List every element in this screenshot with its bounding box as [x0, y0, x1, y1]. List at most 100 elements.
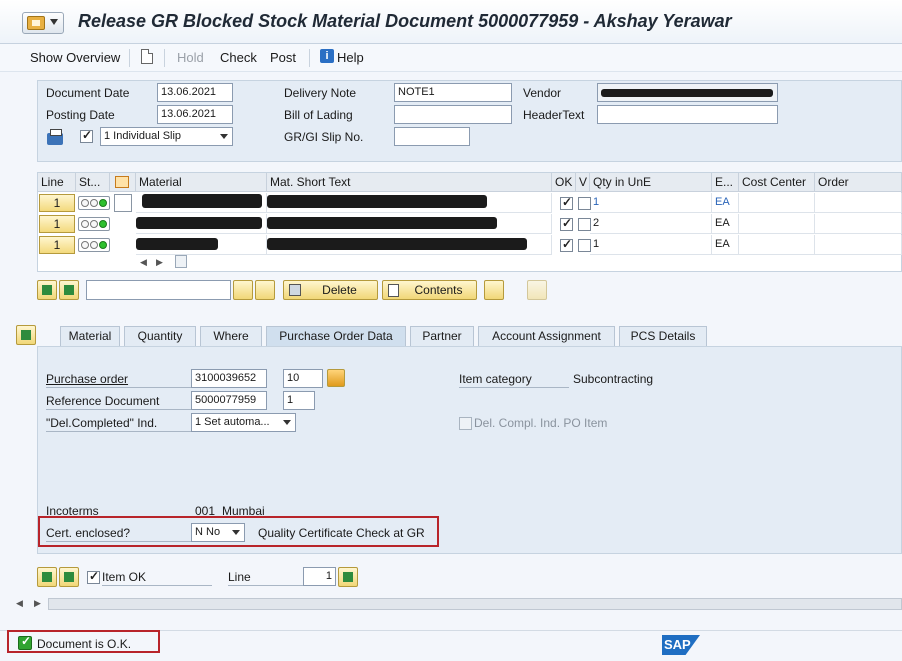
column-header-cost-center[interactable]: Cost Center	[739, 173, 815, 192]
column-header-short-text[interactable]: Mat. Short Text	[267, 173, 552, 192]
line-button[interactable]: 1	[39, 215, 75, 233]
traffic-light-icon	[78, 196, 110, 210]
column-header-line[interactable]: Line	[38, 173, 76, 192]
cost-center-cell[interactable]	[739, 214, 815, 234]
delivery-note-label: Delivery Note	[284, 86, 357, 100]
qty-cell[interactable]: 1	[590, 193, 712, 213]
toolbar-separator	[309, 49, 310, 67]
document-date-field[interactable]: 13.06.2021	[157, 83, 233, 102]
item-ok-label: Item OK	[102, 570, 147, 584]
ok-checkbox[interactable]	[560, 216, 573, 231]
go-to-line-icon[interactable]	[338, 567, 358, 587]
chevron-down-icon	[283, 420, 291, 425]
horizontal-scrollbar[interactable]	[48, 598, 902, 610]
header-text-field[interactable]	[597, 105, 778, 124]
ok-checkbox[interactable]	[560, 237, 573, 252]
field-underline	[228, 585, 303, 586]
find-next-icon[interactable]	[255, 280, 275, 300]
document-icon	[388, 284, 399, 297]
find-icon[interactable]	[233, 280, 253, 300]
slip-dropdown[interactable]: 1 Individual Slip	[100, 127, 233, 146]
delivery-note-field[interactable]: NOTE1	[394, 83, 512, 102]
qty-cell[interactable]: 2	[590, 214, 712, 234]
order-cell[interactable]	[815, 214, 902, 234]
material-cell[interactable]	[136, 214, 267, 234]
traffic-light-icon	[78, 217, 110, 231]
help-button[interactable]: Help	[337, 50, 364, 65]
qty-cell[interactable]: 1	[590, 235, 712, 255]
copy-icon[interactable]	[114, 194, 132, 212]
find-input[interactable]	[86, 280, 231, 300]
document-date-label: Document Date	[46, 86, 130, 100]
scroll-left-icon[interactable]: ◀	[140, 257, 147, 268]
next-item-icon[interactable]	[59, 567, 79, 587]
order-cell[interactable]	[815, 235, 902, 255]
tab-partner[interactable]: Partner	[410, 326, 474, 346]
layout-settings-icon[interactable]	[115, 176, 129, 188]
column-header-qty[interactable]: Qty in UnE	[590, 173, 712, 192]
select-all-button[interactable]	[37, 280, 57, 300]
toolbar-separator	[129, 49, 130, 67]
unit-cell[interactable]: EA	[712, 193, 739, 213]
po-item-field[interactable]: 10	[283, 369, 323, 388]
scroll-right-icon[interactable]: ▶	[34, 598, 41, 609]
purchase-order-field[interactable]: 3100039652	[191, 369, 267, 388]
contents-button-label: Contents	[414, 283, 463, 297]
del-completed-dropdown[interactable]: 1 Set automa...	[191, 413, 296, 432]
order-cell[interactable]	[815, 193, 902, 213]
scrollbar-thumb[interactable]	[175, 255, 187, 268]
success-icon	[18, 634, 32, 650]
field-underline	[46, 387, 191, 388]
tab-quantity[interactable]: Quantity	[124, 326, 196, 346]
line-number-field[interactable]: 1	[303, 567, 336, 586]
column-header-unit[interactable]: E...	[712, 173, 739, 192]
unit-cell[interactable]: EA	[712, 235, 739, 255]
bill-of-lading-field[interactable]	[394, 105, 512, 124]
unit-cell[interactable]: EA	[712, 214, 739, 234]
line-button[interactable]: 1	[39, 194, 75, 212]
post-button[interactable]: Post	[270, 50, 296, 65]
item-ok-checkbox[interactable]	[87, 569, 100, 584]
tab-pcs-details[interactable]: PCS Details	[619, 326, 707, 346]
cost-center-cell[interactable]	[739, 193, 815, 213]
line-label: Line	[228, 570, 251, 584]
help-icon[interactable]: i	[320, 49, 334, 63]
toggle-detail-icon[interactable]	[16, 325, 36, 345]
delete-button[interactable]: Delete	[283, 280, 378, 300]
field-underline	[102, 585, 212, 586]
short-text-cell[interactable]	[267, 193, 552, 213]
short-text-cell[interactable]	[267, 235, 552, 255]
expand-icon[interactable]	[484, 280, 504, 300]
print-checkbox[interactable]	[80, 128, 93, 143]
scroll-left-icon[interactable]: ◀	[16, 598, 23, 609]
line-button[interactable]: 1	[39, 236, 75, 254]
hold-button[interactable]: Hold	[177, 50, 204, 65]
material-cell[interactable]	[136, 193, 267, 213]
sap-menu-button[interactable]	[22, 12, 64, 34]
tab-purchase-order-data[interactable]: Purchase Order Data	[266, 326, 406, 346]
contents-button[interactable]: Contents	[382, 280, 477, 300]
cost-center-cell[interactable]	[739, 235, 815, 255]
column-header-status[interactable]: St...	[76, 173, 110, 192]
new-document-icon[interactable]	[141, 49, 153, 64]
previous-item-icon[interactable]	[37, 567, 57, 587]
scroll-right-icon[interactable]: ▶	[156, 257, 163, 268]
status-message[interactable]: Document is O.K.	[37, 637, 131, 651]
tab-material[interactable]: Material	[60, 326, 120, 346]
short-text-cell[interactable]	[267, 214, 552, 234]
posting-date-field[interactable]: 13.06.2021	[157, 105, 233, 124]
deselect-all-button[interactable]	[59, 280, 79, 300]
ok-checkbox[interactable]	[560, 195, 573, 210]
column-header-order[interactable]: Order	[815, 173, 902, 192]
grgi-slip-field[interactable]	[394, 127, 470, 146]
check-button[interactable]: Check	[220, 50, 257, 65]
column-header-ok[interactable]: OK	[552, 173, 576, 192]
column-header-config[interactable]	[110, 173, 136, 192]
show-overview-button[interactable]: Show Overview	[30, 50, 120, 65]
tab-where[interactable]: Where	[200, 326, 262, 346]
tab-account-assignment[interactable]: Account Assignment	[478, 326, 615, 346]
po-history-icon[interactable]	[327, 369, 345, 387]
material-cell[interactable]	[136, 235, 267, 255]
column-header-material[interactable]: Material	[136, 173, 267, 192]
column-header-v[interactable]: V	[576, 173, 590, 192]
